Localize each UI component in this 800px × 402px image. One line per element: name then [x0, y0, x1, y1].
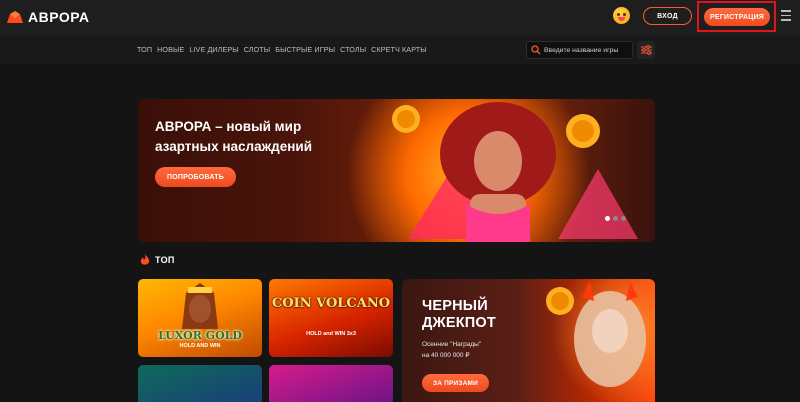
- register-highlight: РЕГИСТРАЦИЯ: [697, 1, 776, 32]
- jackpot-title: ЧЕРНЫЙ ДЖЕКПОТ: [422, 298, 496, 331]
- nav-item-fast-games[interactable]: БЫСТРЫЕ ИГРЫ: [275, 45, 335, 54]
- carousel-dot[interactable]: [621, 216, 626, 221]
- game-title: LUXOR GOLD: [158, 329, 242, 342]
- category-nav: ТОП НОВЫЕ LIVE ДИЛЕРЫ СЛОТЫ БЫСТРЫЕ ИГРЫ…: [0, 36, 800, 64]
- jackpot-subtitle: Осенние "Награды" на 40 000 000 ₽: [422, 339, 481, 361]
- game-art: [182, 283, 218, 329]
- jackpot-character-art: [546, 281, 646, 387]
- nav-item-top[interactable]: ТОП: [137, 45, 152, 54]
- top-bar: АВРОРА ВХОД РЕГИСТРАЦИЯ: [0, 0, 800, 36]
- fire-icon: [140, 254, 150, 265]
- nav-item-scratch-cards[interactable]: СКРЕТЧ КАРТЫ: [371, 45, 427, 54]
- game-title: COIN VOLCANO: [271, 296, 391, 311]
- nav-item-live-dealers[interactable]: LIVE ДИЛЕРЫ: [189, 45, 238, 54]
- prizes-button[interactable]: ЗА ПРИЗАМИ: [422, 374, 489, 392]
- top-section-header: ТОП: [140, 254, 175, 266]
- game-subtitle: HOLD AND WIN: [179, 343, 221, 349]
- register-button[interactable]: РЕГИСТРАЦИЯ: [704, 8, 770, 26]
- jackpot-promo[interactable]: ЧЕРНЫЙ ДЖЕКПОТ Осенние "Награды" на 40 0…: [402, 279, 655, 402]
- game-subtitle: HOLD and WIN 3x3: [306, 331, 356, 337]
- game-tile[interactable]: [269, 365, 393, 402]
- carousel-dot[interactable]: [613, 216, 618, 221]
- hero-banner[interactable]: АВРОРА – новый мир азартных наслаждений …: [138, 99, 655, 242]
- nav-item-tables[interactable]: СТОЛЫ: [340, 45, 366, 54]
- login-button[interactable]: ВХОД: [643, 7, 692, 25]
- nav-links: ТОП НОВЫЕ LIVE ДИЛЕРЫ СЛОТЫ БЫСТРЫЕ ИГРЫ…: [137, 45, 427, 54]
- search-input[interactable]: Введите название игры: [526, 41, 633, 59]
- nav-item-slots[interactable]: СЛОТЫ: [244, 45, 271, 54]
- carousel-dots: [605, 216, 626, 221]
- try-button[interactable]: ПОПРОБОВАТЬ: [155, 167, 236, 187]
- hamburger-menu-icon[interactable]: [781, 10, 791, 21]
- filter-sliders-icon: [640, 45, 652, 55]
- game-tile-coin-volcano[interactable]: COIN VOLCANO HOLD and WIN 3x3: [269, 279, 393, 357]
- jackpot-subtitle-line1: Осенние "Награды": [422, 341, 482, 348]
- section-title: ТОП: [155, 255, 175, 265]
- brand-name: АВРОРА: [28, 9, 90, 25]
- logo[interactable]: АВРОРА: [6, 9, 89, 25]
- nav-item-new[interactable]: НОВЫЕ: [157, 45, 184, 54]
- banner-title: АВРОРА – новый мир азартных наслаждений: [155, 119, 312, 154]
- carousel-dot[interactable]: [605, 216, 610, 221]
- game-tile-luxor-gold[interactable]: LUXOR GOLD HOLD AND WIN: [138, 279, 262, 357]
- filter-button[interactable]: [637, 41, 655, 59]
- game-tile[interactable]: [138, 365, 262, 402]
- crown-logo-icon: [7, 11, 23, 23]
- search-icon: [531, 45, 541, 55]
- jackpot-amount: на 40 000 000 ₽: [422, 352, 470, 359]
- search-placeholder: Введите название игры: [544, 46, 619, 54]
- emoji-avatar-icon[interactable]: [613, 7, 630, 24]
